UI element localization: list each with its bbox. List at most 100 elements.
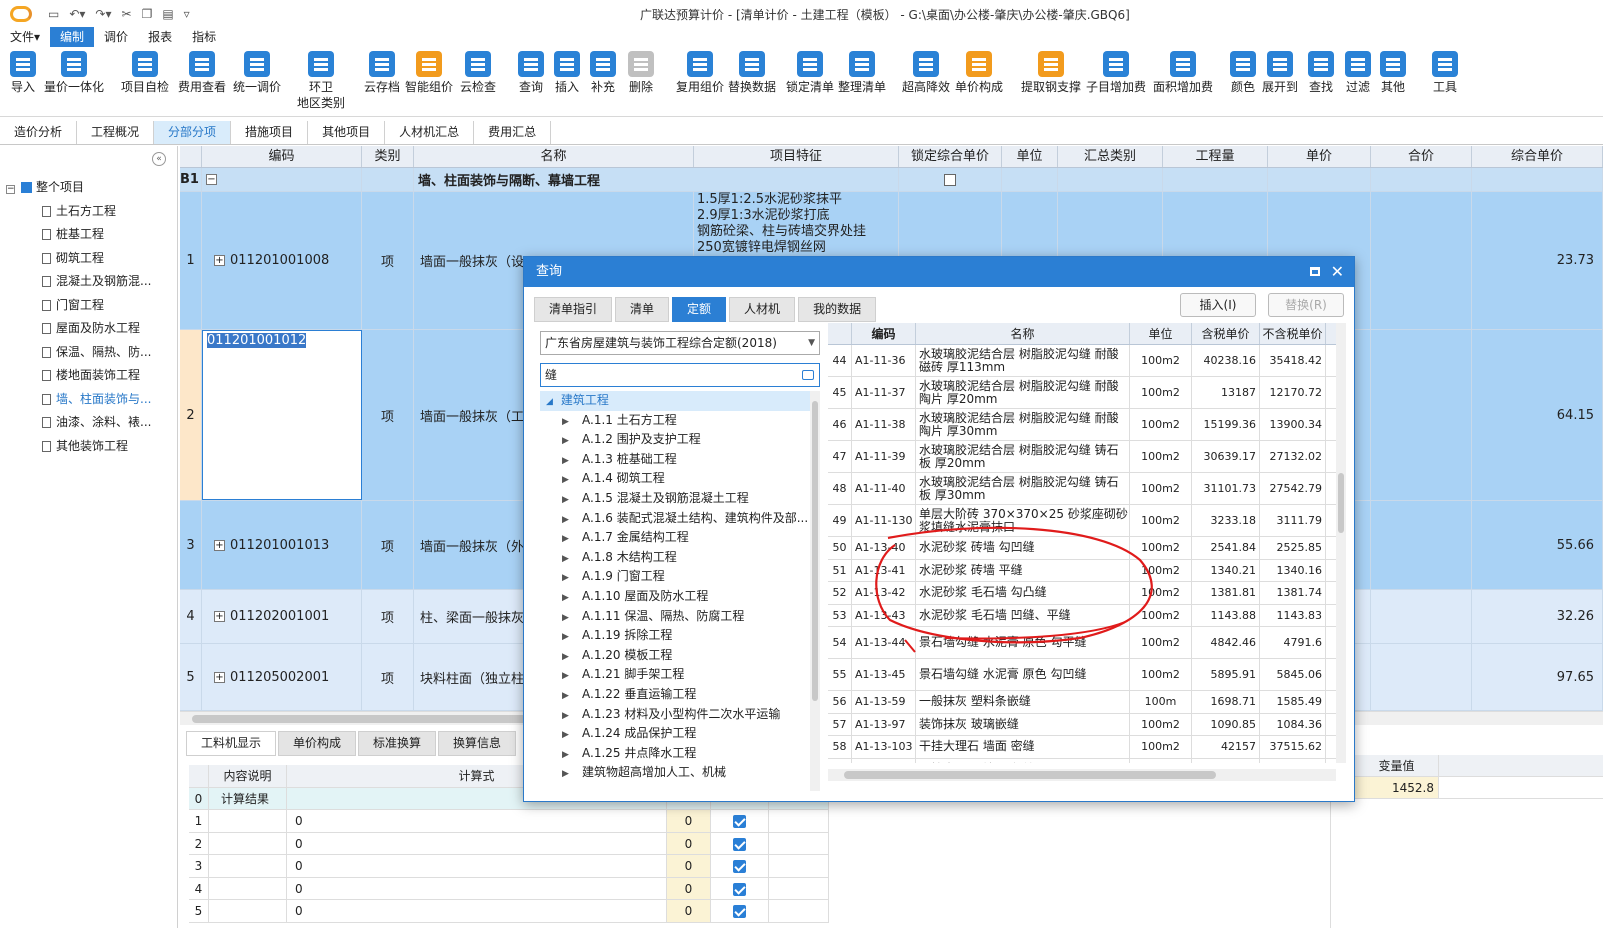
quota-code-cell[interactable]: A1-13-97 — [852, 713, 916, 735]
quota-tax-cell[interactable]: 44310.85 — [1192, 758, 1260, 763]
table-row[interactable]: 47 A1-11-39 水玻璃胶泥结合层 树脂胶泥勾缝 铸石板 厚20mm 100m2… — [828, 441, 1336, 473]
quota-tree-item[interactable]: ▶ A.1.21 脚手架工程 — [540, 665, 810, 685]
table-row[interactable]: 54 A1-13-44 景石墙勾缝 水泥膏 原色 勾平缝 100m2 4842.46 47… — [828, 627, 1336, 659]
tab-6[interactable]: 费用汇总 — [474, 121, 552, 144]
menu-indicator[interactable]: 指标 — [182, 27, 226, 47]
table-row[interactable]: 46 A1-11-38 水玻璃胶泥结合层 树脂胶泥勾缝 耐酸陶片 厚30mm 100m… — [828, 409, 1336, 441]
tree-item[interactable]: 油漆、涂料、裱... — [0, 411, 178, 435]
table-row[interactable]: 45 A1-11-37 水玻璃胶泥结合层 树脂胶泥勾缝 耐酸陶片 厚20mm 100m… — [828, 377, 1336, 409]
ribbon-button-26[interactable]: 其他 — [1380, 51, 1406, 95]
tree-vertical-scrollbar[interactable] — [810, 391, 820, 791]
calc-desc[interactable]: 计算结果 — [209, 787, 287, 809]
calc-desc[interactable] — [209, 877, 287, 899]
ribbon-button-18[interactable]: 单价构成 — [955, 51, 1003, 95]
tree-item[interactable]: 保温、隔热、防... — [0, 341, 178, 365]
table-row[interactable]: 53 A1-13-43 水泥砂浆 毛石墙 凹缝、平缝 100m2 1143.88 1143… — [828, 604, 1336, 627]
quota-code-cell[interactable]: A1-13-43 — [852, 604, 916, 626]
quota-code-cell[interactable]: A1-13-59 — [852, 691, 916, 713]
checkbox-checked-icon[interactable] — [733, 837, 746, 851]
quota-name-cell[interactable]: 景石墙勾缝 水泥膏 原色 勾凹缝 — [916, 659, 1130, 690]
ribbon-button-16[interactable]: 整理清单 — [838, 51, 886, 95]
type-cell[interactable]: 项 — [362, 192, 414, 329]
unit-price-cell[interactable]: 55.66 — [1472, 501, 1603, 589]
grid-header-cell[interactable]: 项目特征 — [694, 146, 899, 167]
quota-tree-item[interactable]: ▶ A.1.25 井点降水工程 — [540, 744, 810, 764]
section-toggle[interactable]: − — [202, 168, 362, 191]
quota-tax-cell[interactable]: 1381.81 — [1192, 582, 1260, 604]
ribbon-button-24[interactable]: 查找 — [1308, 51, 1334, 95]
quota-tree-item[interactable]: ▶ 建筑物超高增加人工、机械 — [540, 763, 810, 783]
calc-checkbox[interactable] — [711, 810, 769, 832]
expanded-icon[interactable]: ◢ — [546, 397, 553, 407]
quota-tree-item[interactable]: ▶ A.1.22 垂直运输工程 — [540, 685, 810, 705]
ribbon-button-15[interactable]: 锁定清单 — [786, 51, 834, 95]
menu-report[interactable]: 报表 — [138, 27, 182, 47]
quota-tax-cell[interactable]: 4842.46 — [1192, 627, 1260, 658]
quota-tax-cell[interactable]: 42157 — [1192, 736, 1260, 758]
code-edit-value[interactable]: 011201001012 — [207, 333, 307, 348]
section-row[interactable]: B1− 墙、柱面装饰与隔断、幕墙工程 — [180, 168, 1603, 192]
menu-adjust-price[interactable]: 调价 — [94, 27, 138, 47]
tree-item[interactable]: 其他装饰工程 — [0, 435, 178, 459]
quota-code-cell[interactable]: A1-13-41 — [852, 559, 916, 581]
type-cell[interactable]: 项 — [362, 644, 414, 710]
calc-expr[interactable]: 0 — [287, 810, 667, 832]
quota-header-cell[interactable]: 含税单价 — [1192, 323, 1260, 344]
ribbon-button-12[interactable]: 删除 — [628, 51, 654, 95]
quota-code-cell[interactable]: A1-11-39 — [852, 441, 916, 472]
tab-2[interactable]: 分部分项 — [154, 121, 232, 144]
ribbon-button-23[interactable]: 展开到 — [1262, 51, 1298, 95]
quota-notax-cell[interactable]: 1381.74 — [1260, 582, 1326, 604]
ribbon-button-21[interactable]: 面积增加费 — [1153, 51, 1213, 95]
tree-root[interactable]: − 整个项目 — [0, 176, 178, 200]
code-cell[interactable]: +011201001008 — [202, 192, 362, 329]
undo-icon[interactable]: ↶▾ — [69, 7, 85, 21]
quota-code-cell[interactable]: A1-11-38 — [852, 409, 916, 440]
menu-file[interactable]: 文件▾ — [0, 27, 50, 47]
quota-unit-cell[interactable]: 100m — [1130, 691, 1192, 713]
quota-code-cell[interactable]: A1-11-130 — [852, 505, 916, 536]
calc-expr[interactable]: 0 — [287, 832, 667, 854]
ribbon-button-8[interactable]: 云检查 — [460, 51, 496, 95]
ribbon-button-25[interactable]: 过滤 — [1345, 51, 1371, 95]
grid-header-cell[interactable]: 锁定综合单价 — [899, 146, 1002, 167]
checkbox-checked-icon[interactable] — [733, 860, 746, 873]
quota-header-cell[interactable] — [828, 323, 852, 344]
quota-unit-cell[interactable]: 100m2 — [1130, 345, 1192, 376]
tab-5[interactable]: 人材机汇总 — [385, 121, 475, 144]
calc-desc[interactable] — [209, 855, 287, 877]
quota-notax-cell[interactable]: 1585.49 — [1260, 691, 1326, 713]
quota-unit-cell[interactable]: 100m2 — [1130, 473, 1192, 504]
quota-name-cell[interactable]: 装饰抹灰 玻璃嵌缝 — [916, 713, 1130, 735]
ribbon-button-3[interactable]: 费用查看 — [178, 51, 226, 95]
quota-tax-cell[interactable]: 13187 — [1192, 377, 1260, 408]
ribbon-button-14[interactable]: 替换数据 — [728, 51, 776, 95]
quota-unit-cell[interactable]: 100m2 — [1130, 537, 1192, 559]
quota-header-cell[interactable]: 不含税单价 — [1260, 323, 1326, 344]
bottom-tab-2[interactable]: 标准换算 — [358, 731, 437, 756]
unit-price-cell[interactable]: 64.15 — [1472, 330, 1603, 500]
type-cell[interactable]: 项 — [362, 330, 414, 500]
quota-name-cell[interactable]: 水泥砂浆 毛石墙 勾凸缝 — [916, 582, 1130, 604]
quota-tree-item[interactable]: ▶ A.1.5 混凝土及钢筋混凝土工程 — [540, 489, 810, 509]
quota-unit-cell[interactable]: 100m2 — [1130, 659, 1192, 690]
dialog-tab-4[interactable]: 我的数据 — [798, 297, 877, 322]
quota-name-cell[interactable]: 水玻璃胶泥结合层 树脂胶泥勾缝 铸石板 厚20mm — [916, 441, 1130, 472]
quota-tax-cell[interactable]: 1340.21 — [1192, 559, 1260, 581]
calc-row[interactable]: 2 00 — [189, 832, 829, 855]
quota-name-cell[interactable]: 水泥砂浆 毛石墙 凹缝、平缝 — [916, 604, 1130, 626]
paste-icon[interactable]: ▤ — [162, 7, 173, 21]
cut-icon[interactable]: ✂ — [122, 7, 132, 21]
ribbon-button-13[interactable]: 复用组价 — [676, 51, 724, 95]
scroll-thumb[interactable] — [192, 715, 532, 723]
grid-header-cell[interactable]: 单位 — [1002, 146, 1058, 167]
table-row[interactable]: 49 A1-11-130 单层大阶砖 370×370×25 砂浆座砌砂浆填缝水泥膏抹… — [828, 505, 1336, 537]
quota-name-cell[interactable]: 单层大阶砖 370×370×25 砂浆座砌砂浆填缝水泥膏抹口 — [916, 505, 1130, 536]
table-row[interactable]: 50 A1-13-40 水泥砂浆 砖墙 勾凹缝 100m2 2541.84 2525.85 — [828, 537, 1336, 560]
menu-edit[interactable]: 编制 — [50, 27, 95, 47]
quota-code-cell[interactable]: A1-13-45 — [852, 659, 916, 690]
quota-unit-cell[interactable]: 100m2 — [1130, 582, 1192, 604]
ribbon-button-22[interactable]: 颜色 — [1230, 51, 1256, 95]
quota-code-cell[interactable]: A1-11-37 — [852, 377, 916, 408]
calc-checkbox[interactable] — [711, 855, 769, 877]
